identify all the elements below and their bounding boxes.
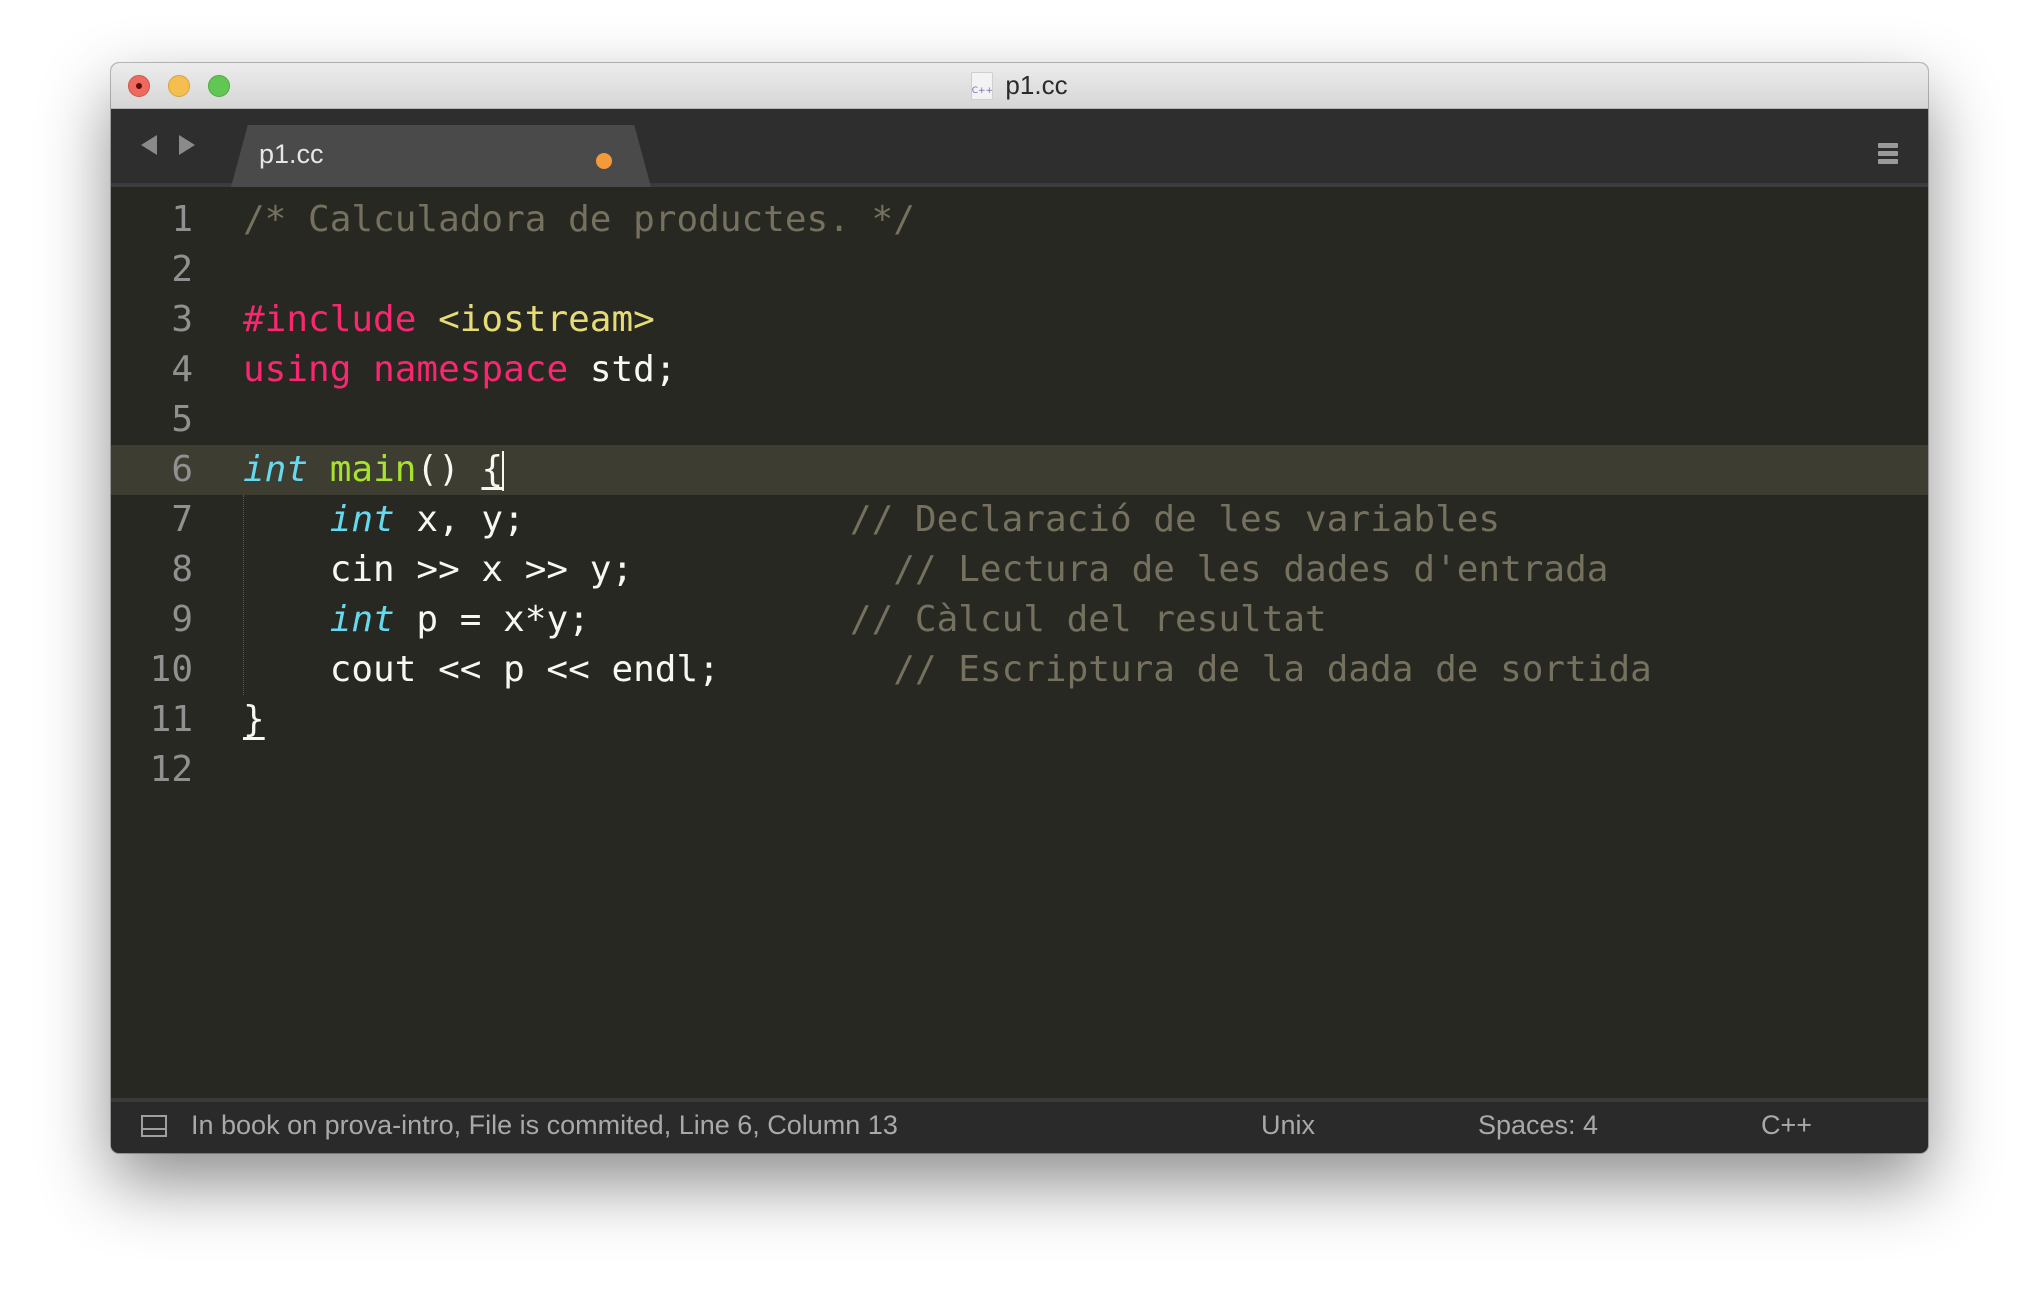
line-number: 9 [171,599,193,640]
line-number: 6 [171,449,193,490]
code-token: int [329,499,395,540]
forward-arrow-icon[interactable] [179,135,195,155]
code-comment: /* Calculadora de productes. */ [243,199,915,240]
code-token: { [481,449,504,490]
code-text[interactable]: cin >> x >> y; // Lectura de les dades d… [243,545,1609,595]
code-token: p = x*y; [394,599,850,640]
syntax-selector[interactable]: C++ [1761,1110,1812,1141]
code-token: int [329,599,395,640]
code-token: using [243,349,352,390]
code-token: () [416,449,482,490]
code-token: cout << p << endl; [243,649,894,690]
tab-bar: p1.cc [111,109,1928,187]
code-token: x, y; [394,499,850,540]
back-arrow-icon[interactable] [141,135,157,155]
code-text[interactable]: /* Calculadora de productes. */ [243,195,915,245]
code-comment: // Declaració de les variables [849,499,1501,540]
code-token: cin >> x >> y; [243,549,894,590]
line-number: 11 [149,699,193,740]
text-cursor [502,451,505,491]
code-line[interactable]: 11} [111,695,1928,745]
code-line[interactable]: 5 [111,395,1928,445]
code-token: main [329,449,417,490]
window-title: C++ p1.cc [111,63,1928,108]
line-number: 4 [171,349,193,390]
code-editor[interactable]: 1 /* Calculadora de productes. */ 2 3 #inclu… [111,187,1928,1098]
line-number: 1 [171,199,193,240]
line-number: 5 [171,399,193,440]
panel-toggle-icon[interactable] [141,1115,167,1137]
indent-guide [243,495,244,695]
code-text[interactable]: using namespace std; [243,345,677,395]
line-number: 3 [171,299,193,340]
code-text[interactable]: int p = x*y; // Càlcul del resultat [243,595,1327,645]
line-number: 12 [149,749,193,790]
code-token: std; [568,349,677,390]
code-comment: // Càlcul del resultat [849,599,1327,640]
hamburger-menu-icon[interactable] [1878,143,1898,167]
code-line[interactable]: 10 cout << p << endl; // Escriptura de l… [111,645,1928,695]
tab-label[interactable]: p1.cc [259,139,324,170]
code-line[interactable]: 7 int x, y; // Declaració de les variabl… [111,495,1928,545]
code-comment: // Escriptura de la dada de sortida [893,649,1652,690]
line-number: 10 [149,649,193,690]
code-token: namespace [373,349,569,390]
code-line[interactable]: 12 [111,745,1928,795]
code-token: int [243,449,309,490]
code-text[interactable]: } [243,695,265,745]
line-number: 7 [171,499,193,540]
code-line[interactable]: 9 int p = x*y; // Càlcul del resultat [111,595,1928,645]
code-line[interactable]: 6 int main() { [111,445,1928,495]
status-bar: In book on prova-intro, File is commited… [111,1098,1928,1153]
line-number: 8 [171,549,193,590]
code-token: <iostream> [438,299,655,340]
code-token: } [243,699,265,740]
code-token: #include [243,299,417,340]
cpp-file-icon: C++ [971,71,994,100]
code-line[interactable]: 4 using namespace std; [111,345,1928,395]
code-line[interactable]: 1 /* Calculadora de productes. */ [111,195,1928,245]
code-text[interactable]: #include <iostream> [243,295,655,345]
status-message: In book on prova-intro, File is commited… [191,1110,898,1140]
line-number: 2 [171,249,193,290]
code-text[interactable]: int main() { [243,445,505,495]
window-title-text: p1.cc [1005,70,1068,100]
code-text[interactable]: int x, y; // Declaració de les variables [243,495,1500,545]
editor-window: C++ p1.cc p1.cc 1 /* Calculadora de produ… [111,63,1928,1153]
line-endings-selector[interactable]: Unix [1261,1110,1315,1141]
code-comment: // Lectura de les dades d'entrada [893,549,1609,590]
title-bar: C++ p1.cc [111,63,1928,109]
code-line[interactable]: 2 [111,245,1928,295]
unsaved-indicator-icon[interactable] [596,153,612,169]
code-line[interactable]: 3 #include <iostream> [111,295,1928,345]
code-text[interactable]: cout << p << endl; // Escriptura de la d… [243,645,1652,695]
indentation-selector[interactable]: Spaces: 4 [1478,1110,1598,1141]
code-line[interactable]: 8 cin >> x >> y; // Lectura de les dades… [111,545,1928,595]
